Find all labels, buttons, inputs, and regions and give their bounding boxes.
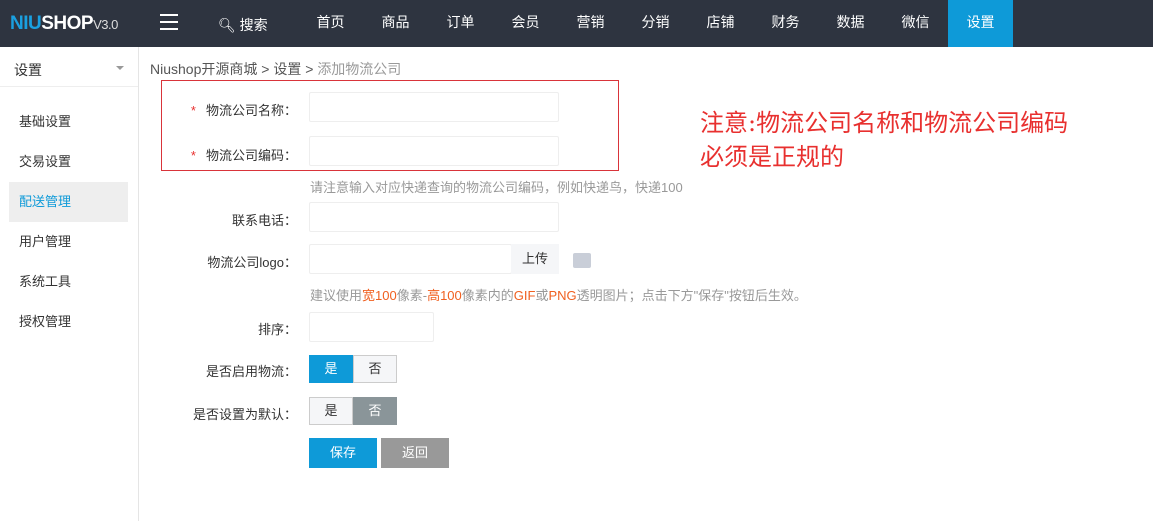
nav-home[interactable]: 首页 [298, 0, 363, 47]
nav-marketing[interactable]: 营销 [558, 0, 623, 47]
nav-goods[interactable]: 商品 [363, 0, 428, 47]
nav-data[interactable]: 数据 [818, 0, 883, 47]
enable-toggle: 是否 [309, 355, 397, 383]
nav-finance[interactable]: 财务 [753, 0, 818, 47]
save-button[interactable]: 保存 [309, 438, 377, 468]
menu-icon[interactable] [160, 14, 178, 30]
logo-hint: 建议使用宽100像素-高100像素内的GIF或PNG透明图片；点击下方"保存"按… [310, 288, 807, 303]
phone-label: 联系电话： [231, 213, 297, 228]
chevron-down-icon [116, 66, 124, 74]
default-yes[interactable]: 是 [309, 397, 353, 425]
main-nav: 首页 商品 订单 会员 营销 分销 店铺 财务 数据 微信 设置 [298, 0, 1013, 47]
phone-input[interactable] [309, 202, 559, 232]
sidebar-item-license[interactable]: 授权管理 [9, 302, 128, 342]
code-hint: 请注意输入对应快递查询的物流公司编码，例如快递鸟，快递100 [310, 180, 683, 195]
sidebar-item-delivery[interactable]: 配送管理 [9, 182, 128, 222]
code-label: * 物流公司编码： [190, 148, 297, 163]
enable-label: 是否启用物流： [205, 364, 297, 379]
annotation: 注意:物流公司名称和物流公司编码 必须是正规的 [700, 109, 1069, 171]
sidebar-item-tools[interactable]: 系统工具 [9, 262, 128, 302]
nav-orders[interactable]: 订单 [428, 0, 493, 47]
back-button[interactable]: 返回 [381, 438, 449, 468]
nav-members[interactable]: 会员 [493, 0, 558, 47]
search-button[interactable]: 🔍︎ 搜索 [218, 15, 268, 35]
nav-shop[interactable]: 店铺 [688, 0, 753, 47]
sidebar: 设置 基础设置 交易设置 配送管理 用户管理 系统工具 授权管理 [0, 47, 139, 521]
enable-yes[interactable]: 是 [309, 355, 353, 383]
upload-button[interactable]: 上传 [511, 244, 559, 274]
image-icon[interactable] [573, 253, 591, 268]
enable-no[interactable]: 否 [353, 355, 397, 383]
nav-wechat[interactable]: 微信 [883, 0, 948, 47]
sidebar-item-basic[interactable]: 基础设置 [9, 102, 128, 142]
sidebar-item-trade[interactable]: 交易设置 [9, 142, 128, 182]
company-code-input[interactable] [309, 136, 559, 166]
sort-input[interactable] [309, 312, 434, 342]
sidebar-header[interactable]: 设置 [0, 47, 138, 87]
company-name-input[interactable] [309, 92, 559, 122]
logo-label: 物流公司logo： [207, 255, 297, 270]
logo-input[interactable] [309, 244, 512, 274]
default-toggle: 是否 [309, 397, 397, 425]
nav-distribution[interactable]: 分销 [623, 0, 688, 47]
logo[interactable]: NIUSHOPV3.0 [10, 13, 118, 35]
breadcrumb: Niushop开源商城 > 设置 > 添加物流公司 [150, 61, 402, 77]
sidebar-item-users[interactable]: 用户管理 [9, 222, 128, 262]
search-icon: 🔍︎ [218, 17, 236, 33]
default-no[interactable]: 否 [353, 397, 397, 425]
name-label: * 物流公司名称： [190, 103, 297, 118]
default-label: 是否设置为默认： [192, 407, 297, 422]
top-bar: NIUSHOPV3.0 🔍︎ 搜索 首页 商品 订单 会员 营销 分销 店铺 财… [0, 0, 1153, 47]
nav-settings[interactable]: 设置 [948, 0, 1013, 47]
sort-label: 排序： [257, 322, 297, 337]
